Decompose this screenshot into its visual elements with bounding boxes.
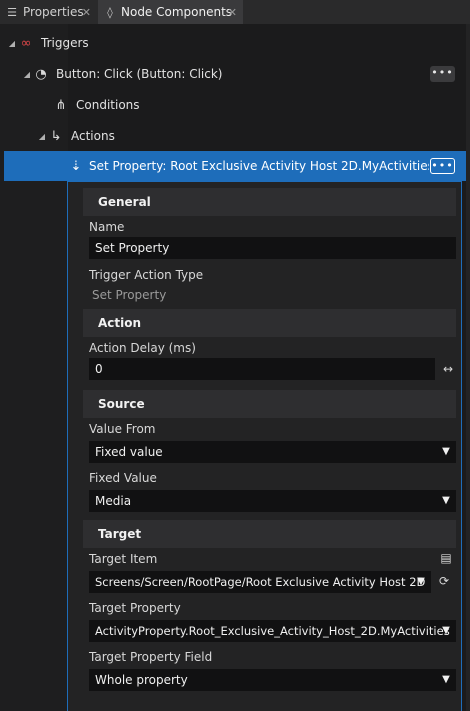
- section-header-target[interactable]: Target: [83, 520, 456, 548]
- value-from-selected: Fixed value: [95, 445, 163, 459]
- target-item-label: Target Item: [89, 552, 158, 566]
- mouse-click-icon: ◔: [35, 66, 47, 82]
- select-item-icon[interactable]: ▤: [437, 551, 455, 565]
- drag-value-icon[interactable]: ↔: [439, 362, 457, 376]
- tree-item-label: Button: Click (Button: Click): [56, 67, 223, 81]
- trigger-action-type-value: Set Property: [92, 288, 167, 302]
- close-icon[interactable]: ✕: [82, 6, 91, 19]
- name-label: Name: [89, 220, 125, 234]
- target-property-label: Target Property: [89, 601, 181, 615]
- actions-icon: ↳: [50, 128, 62, 144]
- dropdown-arrow-icon: ▼: [442, 446, 450, 457]
- target-item-selected: Screens/Screen/RootPage/Root Exclusive A…: [95, 575, 426, 589]
- action-delay-input[interactable]: 0: [89, 358, 435, 380]
- target-property-field-select[interactable]: Whole property ▼: [89, 669, 456, 691]
- target-property-field-label: Target Property Field: [89, 650, 213, 664]
- tab-bar: ☰ Properties ✕ ◊ Node Components ✕: [0, 0, 470, 24]
- action-delay-label: Action Delay (ms): [89, 341, 196, 355]
- tab-properties[interactable]: ☰ Properties ✕: [0, 0, 97, 24]
- dropdown-arrow-icon: ▼: [417, 576, 425, 587]
- more-options-button[interactable]: •••: [430, 66, 455, 82]
- tree-item-conditions[interactable]: ⋔ Conditions: [0, 90, 466, 120]
- expand-arrow-icon[interactable]: ◢: [7, 39, 17, 48]
- value-from-label: Value From: [89, 422, 156, 436]
- section-header-source[interactable]: Source: [83, 390, 456, 418]
- tab-node-components[interactable]: ◊ Node Components ✕: [98, 0, 243, 24]
- section-header-action[interactable]: Action: [83, 309, 456, 337]
- tree-item-label: Set Property: Root Exclusive Activity Ho…: [89, 159, 429, 173]
- fixed-value-label: Fixed Value: [89, 471, 157, 485]
- expand-arrow-icon[interactable]: ◢: [37, 132, 47, 141]
- name-input[interactable]: Set Property: [89, 237, 456, 259]
- tree-item-label: Conditions: [76, 98, 140, 112]
- list-icon: ☰: [7, 5, 17, 19]
- tab-node-components-label: Node Components: [121, 5, 233, 19]
- expand-arrow-icon[interactable]: ◢: [22, 70, 32, 79]
- trigger-action-type-label: Trigger Action Type: [89, 268, 204, 282]
- dropdown-arrow-icon: ▼: [442, 495, 450, 506]
- fixed-value-select[interactable]: Media ▼: [89, 490, 456, 512]
- tree-item-set-property[interactable]: ⇣ Set Property: Root Exclusive Activity …: [4, 151, 466, 181]
- components-icon: ◊: [107, 5, 113, 19]
- more-options-button[interactable]: •••: [430, 158, 455, 174]
- set-property-icon: ⇣: [70, 158, 82, 174]
- section-header-general[interactable]: General: [83, 188, 456, 216]
- target-property-field-selected: Whole property: [95, 673, 188, 687]
- fixed-value-selected: Media: [95, 494, 132, 508]
- refresh-icon[interactable]: ⟳: [435, 574, 453, 588]
- conditions-icon: ⋔: [55, 97, 67, 113]
- value-from-select[interactable]: Fixed value ▼: [89, 441, 456, 463]
- tree-item-triggers[interactable]: ◢ ∞ Triggers: [0, 28, 466, 58]
- target-property-select[interactable]: ActivityProperty.Root_Exclusive_Activity…: [89, 620, 456, 642]
- tree-item-label: Triggers: [41, 36, 89, 50]
- dropdown-arrow-icon: ▼: [442, 625, 450, 636]
- tree-item-actions[interactable]: ◢ ↳ Actions: [0, 121, 466, 151]
- trigger-icon: ∞: [20, 35, 32, 51]
- target-item-select[interactable]: Screens/Screen/RootPage/Root Exclusive A…: [89, 571, 431, 593]
- tree-item-label: Actions: [71, 129, 115, 143]
- scrollbar-track[interactable]: [466, 24, 470, 711]
- target-property-selected: ActivityProperty.Root_Exclusive_Activity…: [95, 624, 450, 638]
- tree-item-button-click[interactable]: ◢ ◔ Button: Click (Button: Click) •••: [0, 59, 466, 89]
- close-icon[interactable]: ✕: [228, 6, 237, 19]
- dropdown-arrow-icon: ▼: [442, 674, 450, 685]
- tab-properties-label: Properties: [23, 5, 84, 19]
